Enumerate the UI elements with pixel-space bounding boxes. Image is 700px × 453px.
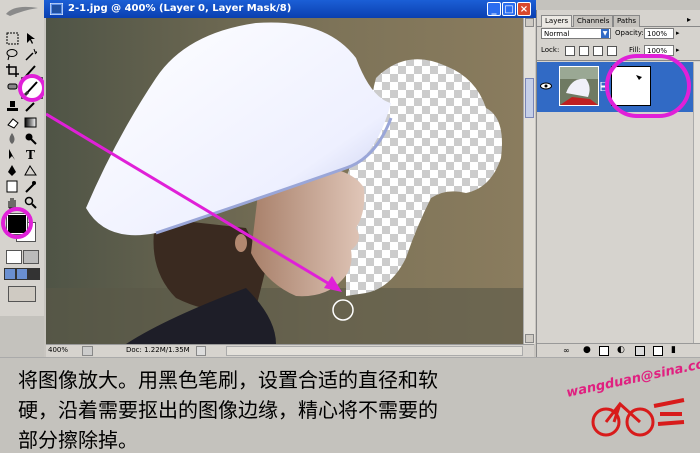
maximize-button[interactable]: □ [502, 2, 516, 16]
scroll-up-arrow-icon[interactable] [525, 18, 534, 27]
magic-wand-tool-icon[interactable] [24, 48, 37, 61]
blend-mode-value: Normal [544, 30, 570, 38]
marquee-tool-icon[interactable] [6, 32, 19, 45]
screen-mode-full-button[interactable] [28, 268, 40, 280]
tools-palette: T [0, 0, 46, 316]
shape-tool-icon[interactable] [24, 164, 37, 177]
dodge-tool-icon[interactable] [24, 132, 37, 145]
fill-label: Fill: [629, 46, 641, 54]
opacity-arrow-icon[interactable]: ▸ [676, 29, 680, 37]
blend-mode-select[interactable]: Normal ▼ [541, 28, 611, 39]
layer-style-icon[interactable]: ● [583, 345, 591, 355]
trash-icon[interactable]: ▮ [671, 345, 676, 355]
gradient-tool-icon[interactable] [24, 116, 37, 129]
blur-tool-icon[interactable] [6, 132, 19, 145]
layer-image-thumbnail[interactable] [559, 66, 599, 106]
lasso-tool-icon[interactable] [6, 48, 19, 61]
crop-tool-icon[interactable] [6, 64, 19, 77]
eraser-tool-icon[interactable] [6, 116, 19, 129]
new-layer-icon[interactable] [653, 346, 663, 356]
quick-mask-mode-button[interactable] [23, 250, 39, 264]
vertical-scroll-thumb[interactable] [525, 78, 534, 118]
woman-in-hat-photo [46, 18, 523, 344]
eyedropper-tool-icon[interactable] [24, 180, 37, 193]
link-layers-icon[interactable]: ∞ [563, 346, 570, 355]
close-button[interactable]: × [517, 2, 531, 16]
move-tool-icon[interactable] [24, 32, 37, 45]
lock-all-icon[interactable] [607, 46, 617, 56]
standard-mode-button[interactable] [6, 250, 22, 264]
tab-layers[interactable]: Layers [541, 15, 573, 27]
clone-stamp-tool-icon[interactable] [6, 100, 19, 113]
status-arrow-icon[interactable] [196, 346, 206, 356]
lock-transparency-icon[interactable] [565, 46, 575, 56]
zoom-tool-icon[interactable] [24, 196, 37, 209]
caption-line-3: 部分擦除掉。 [18, 428, 138, 452]
palette-logo-icon [4, 4, 40, 18]
bicycle-logo-icon [591, 398, 685, 437]
foreground-color-highlight [1, 207, 33, 239]
layers-palette: Layers Channels Paths ▸ Normal ▼ Opacity… [536, 10, 700, 358]
type-tool-icon[interactable]: T [24, 148, 37, 161]
document-window: 2-1.jpg @ 400% (Layer 0, Layer Mask/8) _… [44, 0, 536, 357]
horizontal-scrollbar[interactable] [226, 346, 523, 356]
image-canvas[interactable] [46, 18, 523, 344]
new-group-icon[interactable] [635, 346, 645, 356]
screen-mode-full-menu-button[interactable] [16, 268, 28, 280]
lock-label: Lock: [541, 46, 560, 54]
tab-paths[interactable]: Paths [613, 15, 641, 27]
zoom-level[interactable]: 400% [48, 346, 68, 354]
status-menu-icon[interactable] [82, 346, 93, 356]
fill-arrow-icon[interactable]: ▸ [676, 46, 680, 54]
opacity-label: Opacity: [615, 29, 644, 37]
minimize-button[interactable]: _ [487, 2, 501, 16]
document-icon [50, 3, 63, 15]
caption-line-2: 硬，沿着需要抠出的图像边缘，精心将不需要的 [18, 398, 438, 422]
lock-image-icon[interactable] [579, 46, 589, 56]
layers-bottom-toolbar: ∞ ● ◐ ▮ [537, 343, 700, 358]
document-titlebar[interactable]: 2-1.jpg @ 400% (Layer 0, Layer Mask/8) _… [44, 0, 536, 18]
brush-tool-highlight [18, 74, 46, 102]
scroll-down-arrow-icon[interactable] [525, 334, 534, 343]
tab-channels[interactable]: Channels [573, 15, 614, 27]
add-mask-icon[interactable] [599, 346, 609, 356]
caption-line-1: 将图像放大。用黑色笔刷，设置合适的直径和软 [18, 368, 438, 392]
path-selection-tool-icon[interactable] [6, 148, 19, 161]
adjustment-layer-icon[interactable]: ◐ [617, 345, 625, 355]
palette-tabs: Layers Channels Paths ▸ [537, 13, 700, 27]
opacity-input[interactable]: 100% [644, 28, 674, 39]
chevron-down-icon: ▼ [601, 29, 609, 38]
palette-menu-icon[interactable]: ▸ [687, 15, 696, 24]
notes-tool-icon[interactable] [6, 180, 19, 193]
document-title: 2-1.jpg @ 400% (Layer 0, Layer Mask/8) [68, 3, 292, 14]
lock-position-icon[interactable] [593, 46, 603, 56]
document-size: Doc: 1.22M/1.35M [126, 346, 190, 354]
layers-scrollbar[interactable] [693, 62, 700, 343]
vertical-scrollbar[interactable] [523, 18, 535, 344]
eye-visibility-icon[interactable] [540, 82, 552, 90]
screen-mode-standard-button[interactable] [4, 268, 16, 280]
status-bar: 400% Doc: 1.22M/1.35M [46, 344, 534, 357]
pen-tool-icon[interactable] [6, 164, 19, 177]
history-brush-tool-icon[interactable] [24, 100, 37, 113]
svg-text:T: T [26, 148, 35, 161]
layer-mask-highlight [605, 54, 691, 118]
jump-to-imageready-button[interactable] [8, 286, 36, 302]
